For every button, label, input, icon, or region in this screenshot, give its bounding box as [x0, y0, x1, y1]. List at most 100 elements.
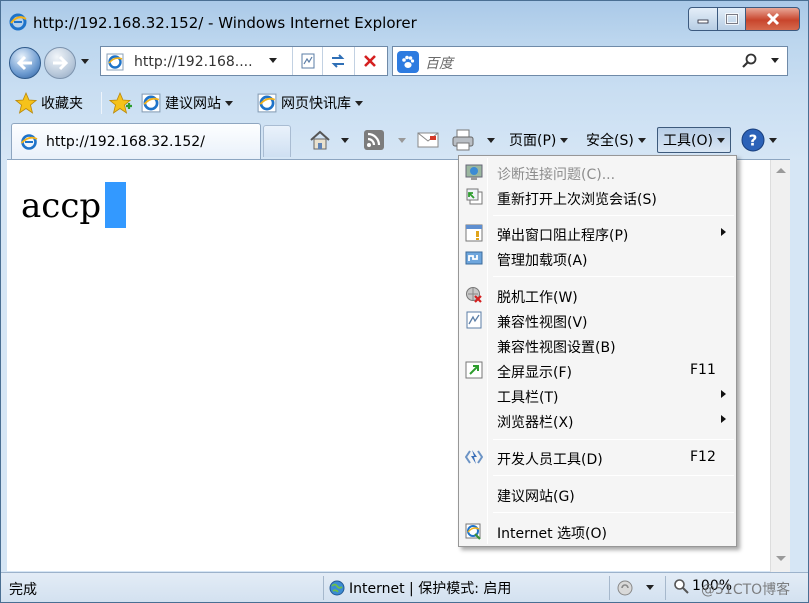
menu-item-label: 重新打开上次浏览会话(S): [497, 192, 657, 208]
internet-options-icon: [465, 523, 481, 540]
menu-item-internet-options[interactable]: Internet 选项(O): [461, 519, 734, 543]
ie-window: http://192.168.32.152/ - Windows Interne…: [0, 0, 809, 603]
scroll-down-arrow-icon[interactable]: [776, 556, 786, 561]
menu-item-shortcut: F12: [690, 449, 716, 465]
address-dropdown-icon[interactable]: [269, 58, 277, 63]
fav-item-suggested-sites[interactable]: 建议网站: [141, 91, 233, 115]
read-mail-button[interactable]: [417, 127, 439, 153]
maximize-button[interactable]: [718, 7, 746, 31]
address-bar[interactable]: http://192.168....: [100, 46, 388, 76]
offline-icon: [466, 287, 482, 303]
feeds-button[interactable]: [363, 127, 385, 153]
menu-item-label: 脱机工作(W): [497, 290, 578, 306]
chevron-down-icon[interactable]: [646, 585, 654, 590]
menu-separator: [493, 439, 734, 440]
menu-item-label: 诊断连接问题(C)...: [497, 167, 616, 183]
ie-icon: [20, 134, 38, 150]
search-box[interactable]: 百度: [392, 46, 788, 76]
menu-item-toolbars[interactable]: 工具栏(T): [461, 383, 734, 407]
chevron-down-icon: [560, 137, 569, 143]
addons-icon: [465, 251, 483, 265]
print-dropdown-button[interactable]: [487, 127, 495, 153]
menu-item-label: Internet 选项(O): [497, 526, 607, 542]
mail-icon: [417, 132, 439, 148]
tab-current[interactable]: http://192.168.32.152/: [11, 123, 261, 159]
forward-button[interactable]: [44, 47, 76, 79]
svg-text:?: ?: [749, 132, 758, 150]
status-bar: 完成 Internet | 保护模式: 启用 100% @51CTO博客: [1, 572, 808, 602]
menu-item-work-offline[interactable]: 脱机工作(W): [461, 283, 734, 307]
home-dropdown-button[interactable]: [341, 127, 349, 153]
page-text: accp: [21, 186, 102, 226]
menu-item-label: 开发人员工具(D): [497, 452, 603, 468]
chevron-down-icon: [355, 100, 363, 106]
menu-item-full-screen[interactable]: 全屏显示(F) F11: [461, 358, 734, 382]
vertical-scrollbar[interactable]: [770, 160, 790, 572]
baidu-paw-icon[interactable]: [397, 51, 419, 73]
maximize-icon: [724, 13, 739, 25]
printer-icon: [452, 129, 474, 151]
refresh-button[interactable]: [322, 47, 352, 75]
security-zone[interactable]: Internet | 保护模式: 启用: [329, 578, 511, 598]
fav-item-web-slice-gallery[interactable]: 网页快讯库: [257, 91, 363, 115]
tools-menu-label: 工具(O): [663, 133, 713, 149]
search-placeholder[interactable]: 百度: [425, 53, 453, 73]
menu-item-label: 工具栏(T): [497, 390, 559, 406]
chevron-down-icon: [769, 137, 777, 143]
fav-item-label: 建议网站: [165, 96, 221, 112]
search-options-dropdown-icon[interactable]: [771, 58, 779, 63]
menu-item-suggested-sites[interactable]: 建议网站(G): [461, 482, 734, 506]
minimize-icon: [697, 19, 709, 24]
home-button[interactable]: [309, 127, 331, 153]
ie-icon: [141, 93, 161, 113]
favorites-button[interactable]: 收藏夹: [15, 91, 83, 115]
menu-item-explorer-bars[interactable]: 浏览器栏(X): [461, 408, 734, 432]
add-favorite-star-icon: [109, 92, 132, 114]
print-button[interactable]: [451, 127, 475, 153]
menu-item-label: 兼容性视图(V): [497, 315, 588, 331]
back-button[interactable]: [9, 47, 41, 79]
search-icon[interactable]: [741, 52, 759, 70]
page-menu-label: 页面(P): [509, 133, 557, 149]
help-icon: ?: [741, 128, 765, 152]
protected-mode-settings-icon[interactable]: [617, 579, 639, 597]
menu-item-popup-blocker[interactable]: 弹出窗口阻止程序(P): [461, 221, 734, 245]
safety-menu-button[interactable]: 安全(S): [586, 127, 646, 153]
recent-pages-dropdown-icon[interactable]: [81, 59, 89, 64]
window-title: http://192.168.32.152/ - Windows Interne…: [33, 14, 417, 32]
close-icon: [766, 12, 779, 26]
new-tab-button[interactable]: [263, 125, 291, 157]
compat-view-icon: [466, 311, 482, 329]
help-button[interactable]: ?: [741, 127, 777, 153]
security-zone-label: Internet | 保护模式: 启用: [349, 581, 512, 597]
back-arrow-icon: [16, 55, 32, 71]
status-text: 完成: [9, 582, 37, 598]
stop-button[interactable]: [354, 47, 384, 75]
page-menu-button[interactable]: 页面(P): [509, 127, 569, 153]
scroll-up-arrow-icon[interactable]: [776, 168, 786, 173]
menu-item-reopen-session[interactable]: 重新打开上次浏览会话(S): [461, 185, 734, 209]
menu-item-manage-addons[interactable]: 管理加载项(A): [461, 246, 734, 270]
menu-item-compat-view-settings[interactable]: 兼容性视图设置(B): [461, 333, 734, 357]
rss-icon: [364, 130, 384, 150]
menu-item-developer-tools[interactable]: 开发人员工具(D) F12: [461, 445, 734, 469]
window-controls: [688, 7, 800, 31]
chevron-down-icon: [716, 137, 725, 143]
favorites-bar: 收藏夹 建议网站 网页快讯库: [1, 87, 808, 119]
favorites-star-icon: [15, 92, 37, 114]
tools-menu-button[interactable]: 工具(O): [657, 127, 731, 153]
menu-item-label: 全屏显示(F): [497, 365, 572, 381]
address-url[interactable]: http://192.168....: [134, 54, 253, 70]
feeds-dropdown-button[interactable]: [398, 127, 406, 153]
add-to-favorites-bar-button[interactable]: [109, 91, 133, 115]
ie-icon: [9, 13, 27, 31]
submenu-arrow-icon: [721, 390, 726, 398]
menu-separator: [493, 475, 734, 476]
menu-item-compat-view[interactable]: 兼容性视图(V): [461, 308, 734, 332]
close-button[interactable]: [746, 7, 800, 31]
watermark: @51CTO博客: [701, 582, 791, 598]
safety-menu-label: 安全(S): [586, 133, 634, 149]
minimize-button[interactable]: [688, 7, 718, 31]
globe-icon: [329, 580, 345, 596]
compat-view-button[interactable]: [292, 47, 322, 75]
